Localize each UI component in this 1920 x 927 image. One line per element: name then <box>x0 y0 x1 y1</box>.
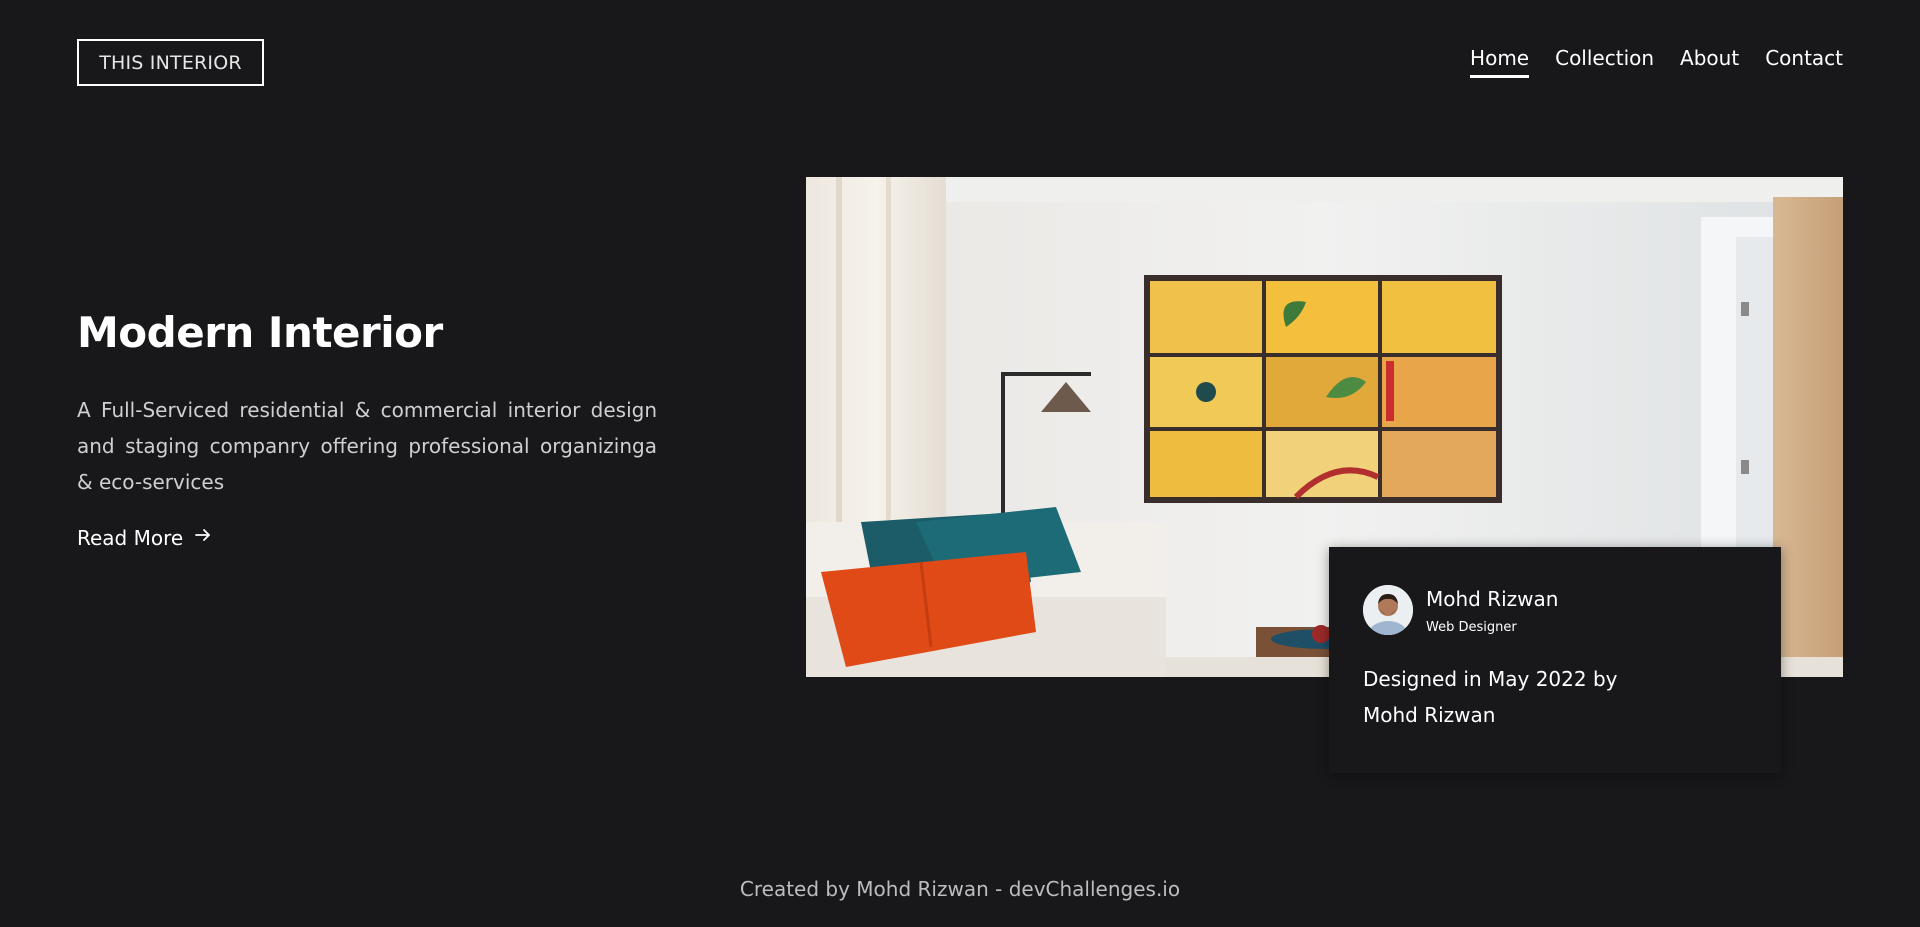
designer-name: Mohd Rizwan <box>1426 586 1559 611</box>
designer-credit: Designed in May 2022 by Mohd Rizwan <box>1363 667 1618 727</box>
designer-info: Mohd Rizwan Web Designer <box>1426 586 1558 635</box>
nav-contact[interactable]: Contact <box>1765 44 1843 72</box>
nav-collection[interactable]: Collection <box>1555 44 1654 72</box>
read-more-link[interactable]: Read More <box>77 525 213 550</box>
hero-description: A Full-Serviced residential & commercial… <box>77 398 657 494</box>
page: THIS INTERIOR Home Collection About Cont… <box>0 0 1920 927</box>
designer-role: Web Designer <box>1426 619 1517 635</box>
footer-credit: Created by Mohd Rizwan - devChallenges.i… <box>739 877 1181 901</box>
main-nav: Home Collection About Contact <box>1470 44 1843 78</box>
read-more-label: Read More <box>77 525 184 550</box>
arrow-right-icon <box>193 525 213 550</box>
designer-card: Mohd Rizwan Web Designer Designed in May… <box>1329 547 1781 773</box>
nav-home[interactable]: Home <box>1470 44 1530 78</box>
logo[interactable]: THIS INTERIOR <box>77 39 264 86</box>
hero-title: Modern Interior <box>77 308 443 357</box>
avatar <box>1363 585 1413 635</box>
designer-header: Mohd Rizwan Web Designer <box>1363 585 1747 635</box>
nav-about[interactable]: About <box>1680 44 1739 72</box>
